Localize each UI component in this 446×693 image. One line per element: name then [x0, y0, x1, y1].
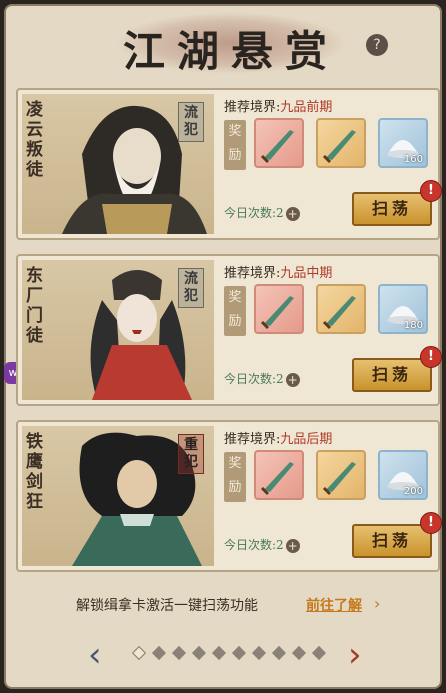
realm-label: 推荐境界: — [224, 100, 281, 115]
reward-count: 160 — [403, 154, 423, 165]
realm-value: 九品中期 — [280, 266, 333, 281]
realm-value: 九品后期 — [280, 432, 333, 447]
recommended-realm: 推荐境界:九品前期 — [224, 96, 332, 115]
page-dot[interactable] — [151, 645, 167, 661]
crime-tag: 流犯 — [178, 268, 204, 308]
bounty-info: 推荐境界:九品中期 奖励 180 今日次数:2 + 扫荡 ! — [224, 262, 442, 402]
green-sword-icon — [322, 296, 356, 330]
page-dot[interactable] — [271, 645, 287, 661]
bounty-portrait: 铁鹰剑狂 重犯 — [22, 426, 214, 566]
page-dot[interactable] — [191, 645, 207, 661]
chevron-right-icon[interactable]: › — [374, 594, 380, 613]
add-count-icon[interactable]: + — [285, 538, 300, 553]
page-dot[interactable] — [251, 645, 267, 661]
bounty-card: 东厂门徒 流犯 推荐境界:九品中期 奖励 180 今日次数:2 + 扫荡 ! — [16, 254, 442, 406]
green-sword-icon — [260, 462, 294, 496]
sweep-button[interactable]: 扫荡 — [352, 358, 432, 392]
add-count-icon[interactable]: + — [285, 372, 300, 387]
reward-item[interactable] — [316, 118, 366, 168]
alert-badge: ! — [420, 512, 442, 534]
bounty-panel: 江湖悬赏 ? w 凌云叛徒 流犯 推荐境界:九品前期 奖励 160 今日次数:2… — [4, 4, 442, 689]
page-dot[interactable] — [171, 645, 187, 661]
realm-value: 九品前期 — [280, 100, 333, 115]
reward-item[interactable] — [254, 284, 304, 334]
reward-item[interactable] — [316, 450, 366, 500]
prev-page-arrow-icon[interactable]: ‹ — [88, 638, 102, 672]
reward-label: 奖励 — [224, 452, 246, 502]
sweep-button[interactable]: 扫荡 — [352, 524, 432, 558]
green-sword-icon — [260, 296, 294, 330]
bounty-card: 凌云叛徒 流犯 推荐境界:九品前期 奖励 160 今日次数:2 + 扫荡 ! — [16, 88, 442, 240]
unlock-hint: 解锁缉拿卡激活一键扫荡功能 — [76, 598, 258, 614]
sweep-button[interactable]: 扫荡 — [352, 192, 432, 226]
today-count: 今日次数:2 + — [224, 370, 300, 387]
add-count-icon[interactable]: + — [285, 206, 300, 221]
title-bar: 江湖悬赏 ? — [6, 6, 444, 84]
reward-label: 奖励 — [224, 286, 246, 336]
crime-tag: 重犯 — [178, 434, 204, 474]
today-count: 今日次数:2 + — [224, 204, 300, 221]
bounty-portrait: 凌云叛徒 流犯 — [22, 94, 214, 234]
recommended-realm: 推荐境界:九品中期 — [224, 262, 332, 281]
realm-label: 推荐境界: — [224, 266, 281, 281]
reward-item[interactable]: 160 — [378, 118, 428, 168]
today-count: 今日次数:2 + — [224, 536, 300, 553]
reward-item[interactable] — [254, 118, 304, 168]
today-count-label: 今日次数:2 — [224, 372, 284, 386]
reward-item[interactable]: 200 — [378, 450, 428, 500]
bounty-info: 推荐境界:九品前期 奖励 160 今日次数:2 + 扫荡 ! — [224, 96, 442, 236]
crime-tag: 流犯 — [178, 102, 204, 142]
alert-badge: ! — [420, 180, 442, 202]
green-sword-icon — [260, 130, 294, 164]
alert-badge: ! — [420, 346, 442, 368]
page-dot[interactable] — [231, 645, 247, 661]
page-dot[interactable] — [311, 645, 327, 661]
realm-label: 推荐境界: — [224, 432, 281, 447]
page-dot[interactable] — [291, 645, 307, 661]
reward-count: 200 — [403, 486, 423, 497]
reward-label: 奖励 — [224, 120, 246, 170]
green-sword-icon — [322, 130, 356, 164]
next-page-arrow-icon[interactable]: › — [348, 638, 362, 672]
page-dot[interactable] — [131, 645, 147, 661]
reward-item[interactable] — [254, 450, 304, 500]
today-count-label: 今日次数:2 — [224, 538, 284, 552]
reward-item[interactable]: 180 — [378, 284, 428, 334]
recommended-realm: 推荐境界:九品后期 — [224, 428, 332, 447]
bounty-info: 推荐境界:九品后期 奖励 200 今日次数:2 + 扫荡 ! — [224, 428, 442, 568]
bounty-card: 铁鹰剑狂 重犯 推荐境界:九品后期 奖励 200 今日次数:2 + 扫荡 ! — [16, 420, 442, 572]
help-button[interactable]: ? — [366, 34, 388, 56]
page-title: 江湖悬赏 — [122, 27, 339, 76]
today-count-label: 今日次数:2 — [224, 206, 284, 220]
bounty-portrait: 东厂门徒 流犯 — [22, 260, 214, 400]
page-indicator — [131, 645, 334, 662]
reward-item[interactable] — [316, 284, 366, 334]
green-sword-icon — [322, 462, 356, 496]
reward-count: 180 — [403, 320, 423, 331]
page-dot[interactable] — [211, 645, 227, 661]
learn-more-link[interactable]: 前往了解 — [306, 595, 362, 615]
